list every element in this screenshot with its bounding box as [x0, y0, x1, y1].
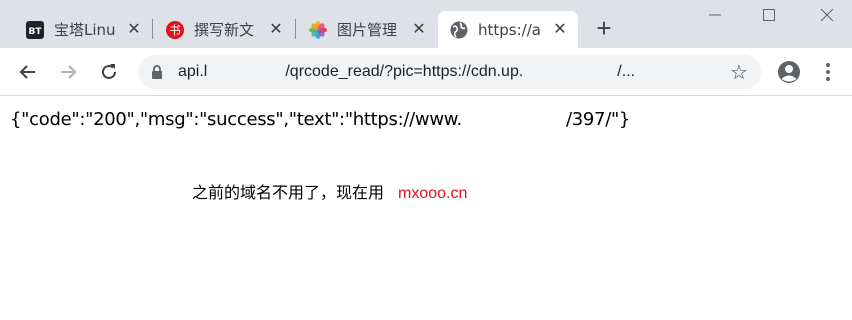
forward-button[interactable]: [56, 60, 80, 84]
arrow-left-icon: [19, 65, 35, 79]
url-text[interactable]: api.l/qrcode_read/?pic=https://cdn.up. /.…: [178, 63, 635, 81]
back-button[interactable]: [16, 60, 40, 84]
bt-panel-icon: BT: [26, 20, 44, 39]
globe-icon: [450, 21, 468, 39]
tab-baota[interactable]: BT 宝塔Linu ✕: [14, 11, 152, 48]
page-content: {"code":"200","msg":"success","text":"ht…: [0, 97, 852, 320]
tab-title: 撰写新文: [194, 21, 255, 39]
new-tab-button[interactable]: +: [592, 15, 616, 41]
tab-write-post[interactable]: 书 撰写新文 ✕: [154, 11, 294, 48]
more-menu-icon[interactable]: [818, 60, 838, 84]
url-ellipsis: /...: [617, 63, 636, 80]
tab-strip: BT 宝塔Linu ✕ 书 撰写新文 ✕ 图片管理 ✕ https://a ✕ …: [0, 0, 852, 48]
arrow-right-icon: [61, 65, 77, 79]
close-window-button[interactable]: [812, 4, 842, 26]
close-icon[interactable]: ✕: [411, 21, 427, 38]
domain-note: 之前的域名不用了，现在用 mxooo.cn: [192, 179, 467, 203]
tab-image-manager[interactable]: 图片管理 ✕: [297, 11, 437, 48]
tab-separator: [152, 19, 153, 39]
json-response: {"code":"200","msg":"success","text":"ht…: [10, 109, 630, 130]
json-response-start: {"code":"200","msg":"success","text":"ht…: [10, 109, 462, 130]
tab-title: https://a: [478, 20, 541, 39]
reload-icon: [102, 64, 116, 79]
svg-text:BT: BT: [29, 27, 43, 37]
photos-flower-icon: [309, 20, 327, 39]
close-icon[interactable]: ✕: [268, 21, 284, 38]
url-domain-prefix: api.l: [178, 63, 208, 80]
close-icon[interactable]: ✕: [552, 21, 568, 38]
tab-title: 宝塔Linu: [54, 21, 116, 39]
minimize-button[interactable]: [700, 4, 730, 26]
browser-toolbar: api.l/qrcode_read/?pic=https://cdn.up. /.…: [0, 48, 852, 96]
svg-text:书: 书: [169, 23, 181, 37]
close-icon[interactable]: ✕: [126, 21, 142, 38]
reload-button[interactable]: [97, 60, 121, 84]
note-domain: mxooo.cn: [398, 185, 468, 202]
tab-title: 图片管理: [337, 21, 398, 39]
profile-avatar-icon[interactable]: [777, 60, 801, 84]
bookmark-star-icon[interactable]: ☆: [728, 61, 750, 84]
url-path: /qrcode_read/?pic=https://cdn.up.: [285, 63, 524, 80]
red-book-icon: 书: [166, 20, 184, 39]
tab-active-https[interactable]: https://a ✕: [438, 11, 578, 48]
note-text: 之前的域名不用了，现在用: [192, 183, 385, 202]
lock-icon[interactable]: [150, 65, 164, 79]
maximize-button[interactable]: [754, 4, 784, 26]
json-response-end: /397/"}: [565, 109, 631, 130]
tab-separator: [295, 19, 296, 39]
address-bar[interactable]: api.l/qrcode_read/?pic=https://cdn.up. /.…: [138, 55, 762, 89]
